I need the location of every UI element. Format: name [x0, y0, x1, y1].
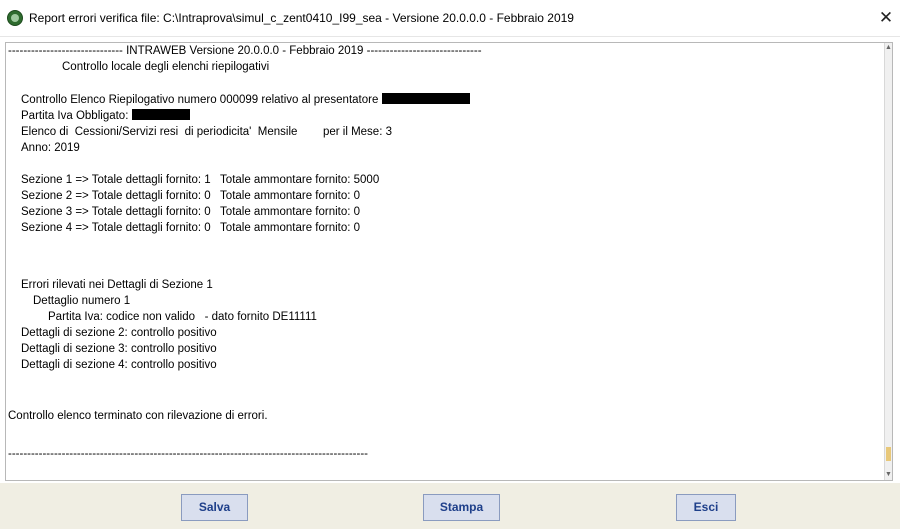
- exit-button[interactable]: Esci: [676, 494, 736, 521]
- sezione-3-line: Sezione 3 => Totale dettagli fornito: 0 …: [21, 206, 361, 218]
- sezione-1-line: Sezione 1 => Totale dettagli fornito: 1 …: [21, 174, 380, 186]
- window-titlebar: Report errori verifica file: C:\Intrapro…: [0, 0, 900, 37]
- elenco-text: Controllo Elenco Riepilogativo numero 00…: [21, 94, 379, 106]
- errore-dettaglio: Partita Iva: codice non valido - dato fo…: [48, 311, 317, 323]
- anno-line: Anno: 2019: [21, 142, 80, 154]
- window-title: Report errori verifica file: C:\Intrapro…: [29, 11, 574, 25]
- partita-iva-line: Partita Iva Obbligato:: [21, 108, 190, 124]
- dettaglio-numero: Dettaglio numero 1: [33, 295, 131, 307]
- elenco-tipo-line: Elenco di Cessioni/Servizi resi di perio…: [21, 126, 392, 138]
- button-bar: Salva Stampa Esci: [0, 483, 900, 529]
- sezione-4-line: Sezione 4 => Totale dettagli fornito: 0 …: [21, 222, 361, 234]
- controllo-sezione-3: Dettagli di sezione 3: controllo positiv…: [21, 343, 217, 355]
- scroll-up-icon[interactable]: ▲: [885, 43, 892, 53]
- globe-icon: [7, 10, 23, 26]
- scroll-down-icon[interactable]: ▼: [885, 470, 892, 480]
- esito-line: Controllo elenco terminato con rilevazio…: [8, 410, 268, 422]
- redacted-presentatore: [381, 93, 470, 104]
- print-button[interactable]: Stampa: [423, 494, 500, 521]
- close-icon[interactable]: ✕: [874, 6, 898, 30]
- scroll-thumb[interactable]: [886, 447, 891, 461]
- vertical-scrollbar[interactable]: ▲ ▼: [884, 43, 892, 480]
- footer-rule: ----------------------------------------…: [8, 448, 368, 460]
- elenco-line: Controllo Elenco Riepilogativo numero 00…: [21, 92, 470, 108]
- controllo-sezione-2: Dettagli di sezione 2: controllo positiv…: [21, 327, 217, 339]
- redacted-partita-iva: [131, 109, 190, 120]
- report-header: ------------------------------ INTRAWEB …: [8, 45, 482, 57]
- save-button[interactable]: Salva: [181, 494, 248, 521]
- report-subheader: Controllo locale degli elenchi riepiloga…: [62, 61, 270, 73]
- sezione-2-line: Sezione 2 => Totale dettagli fornito: 0 …: [21, 190, 361, 202]
- report-text-area[interactable]: ------------------------------ INTRAWEB …: [5, 42, 893, 481]
- partita-iva-label: Partita Iva Obbligato:: [21, 110, 129, 122]
- errori-title: Errori rilevati nei Dettagli di Sezione …: [21, 279, 213, 291]
- controllo-sezione-4: Dettagli di sezione 4: controllo positiv…: [21, 359, 217, 371]
